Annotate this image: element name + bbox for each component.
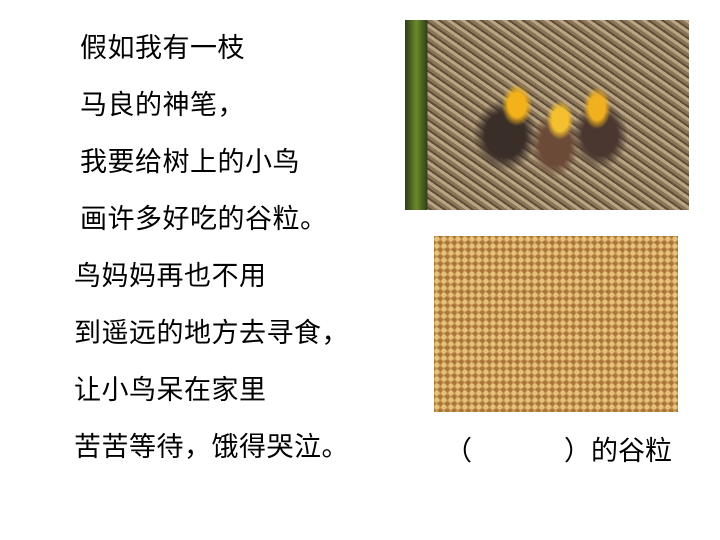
grain-caption: （ ）的谷粒 bbox=[445, 437, 672, 467]
caption-text: 的谷粒 bbox=[591, 436, 672, 467]
poem-line-7: 让小鸟呆在家里 bbox=[74, 375, 267, 406]
poem-line-2: 马良的神笔， bbox=[80, 90, 245, 121]
poem-line-6: 到遥远的地方去寻食， bbox=[74, 318, 349, 349]
bird-nest-image bbox=[405, 20, 689, 210]
poem-line-5: 鸟妈妈再也不用 bbox=[74, 261, 267, 292]
poem-line-8: 苦苦等待，饿得哭泣。 bbox=[74, 432, 349, 463]
poem-line-1: 假如我有一枝 bbox=[80, 33, 245, 64]
poem-line-4: 画许多好吃的谷粒。 bbox=[80, 204, 328, 235]
poem-line-3: 我要给树上的小鸟 bbox=[80, 147, 300, 178]
grain-image bbox=[434, 236, 678, 412]
close-paren: ） bbox=[564, 436, 591, 467]
open-paren: （ bbox=[445, 436, 472, 467]
